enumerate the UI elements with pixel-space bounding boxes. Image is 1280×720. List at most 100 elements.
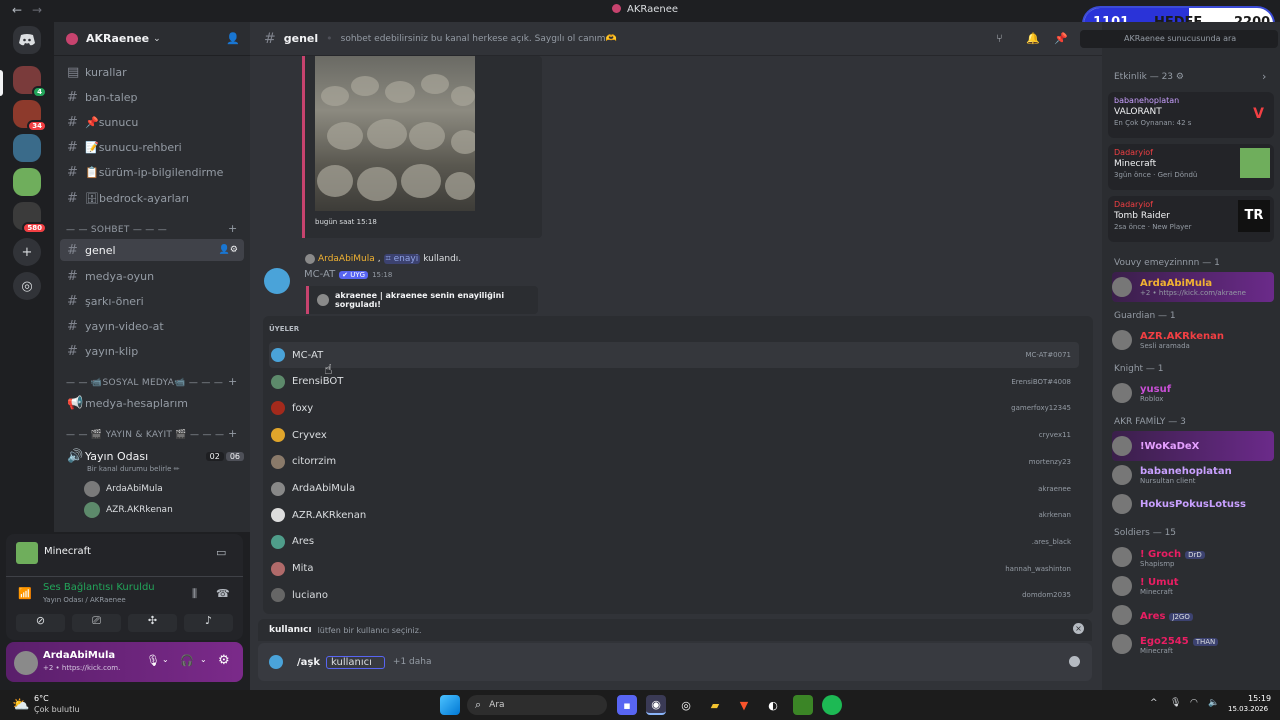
member-item[interactable]: Ego2545 THAN Minecraft	[1112, 629, 1274, 659]
command-param-input[interactable]: kullanıcı	[326, 655, 385, 669]
volume-icon[interactable]: 🔈	[1208, 698, 1219, 708]
server-avatar-icon[interactable]: 34	[13, 100, 47, 132]
member-option[interactable]: Mita hannah_washinton	[269, 556, 1079, 582]
weather-icon[interactable]: ⛅	[12, 697, 29, 713]
channel-item[interactable]: # yayın-klip	[60, 340, 244, 362]
server-header[interactable]: AKRaenee ⌄ 👤	[54, 22, 250, 56]
server-avatar-icon[interactable]: 4	[13, 66, 47, 98]
discord-home-icon[interactable]	[13, 26, 41, 54]
add-channel-icon[interactable]: +	[228, 222, 237, 235]
clock-time[interactable]: 15:19	[1248, 694, 1271, 703]
member-option[interactable]: AZR.AKRkenan akrkenan	[269, 502, 1079, 528]
activity-card[interactable]: babanehoplatan VALORANT En Çok Oynanan: …	[1108, 92, 1274, 138]
chevron-right-icon[interactable]: ›	[1262, 70, 1266, 83]
embed-image[interactable]	[315, 56, 479, 211]
threads-icon[interactable]: ⑂	[996, 32, 1003, 45]
reply-command[interactable]: enayi	[394, 254, 419, 264]
folder-icon[interactable]: ▰	[705, 695, 725, 715]
avatar[interactable]	[14, 651, 38, 675]
server-avatar-icon[interactable]: 580	[13, 202, 47, 234]
spotify-icon[interactable]	[822, 695, 842, 715]
chevron-down-icon[interactable]: ⌄	[200, 655, 207, 664]
member-option[interactable]: MC-AT MC-AT#0071	[269, 342, 1079, 368]
member-option[interactable]: ErensiBOT ErensiBOT#4008	[269, 369, 1079, 395]
member-item[interactable]: HokusPokusLotuss	[1112, 489, 1274, 519]
settings-gear-icon[interactable]: 👤⚙	[219, 245, 238, 255]
search-input[interactable]: AKRaenee sunucusunda ara	[1080, 30, 1278, 48]
start-icon[interactable]	[440, 695, 460, 715]
explore-compass-icon[interactable]: ◎	[13, 272, 41, 300]
wifi-icon[interactable]: ◠	[1190, 698, 1198, 708]
category-sohbet[interactable]: — — SOHBET — — —	[66, 225, 167, 235]
channel-item[interactable]: # 📌sunucu	[60, 111, 244, 133]
minecraft-icon[interactable]	[793, 695, 813, 715]
member-item[interactable]: ArdaAbiMula +2 • https://kick.com/akraene	[1112, 272, 1274, 302]
noise-icon[interactable]: ⫼	[192, 587, 197, 601]
member-item[interactable]: Ares J2GO	[1112, 600, 1274, 630]
more-options[interactable]: +1 daha	[393, 657, 432, 667]
app-icon[interactable]: ▪	[617, 695, 637, 715]
disconnect-icon[interactable]: ☎	[216, 587, 230, 600]
bot-avatar[interactable]	[264, 268, 290, 294]
channel-item[interactable]: ▤ kurallar	[60, 61, 244, 83]
pin-icon[interactable]: 📌	[1054, 32, 1068, 45]
channel-item[interactable]: # 📝sunucu-rehberi	[60, 136, 244, 158]
activity-card[interactable]: Dadaryiof Tomb Raider 2sa önce · New Pla…	[1108, 196, 1274, 242]
add-server-icon[interactable]: +	[13, 238, 41, 266]
member-item[interactable]: !WoKaDeX	[1112, 431, 1274, 461]
member-item[interactable]: ! Umut Minecraft	[1112, 571, 1274, 601]
chevron-down-icon[interactable]: ⌄	[162, 655, 169, 664]
add-channel-icon[interactable]: +	[228, 427, 237, 440]
tray-chevron-icon[interactable]: ^	[1150, 698, 1158, 708]
member-option[interactable]: Ares .ares_black	[269, 529, 1079, 555]
soundboard-button[interactable]: ♪	[184, 614, 233, 632]
channel-item[interactable]: # şarkı-öneri	[60, 290, 244, 312]
category-sosyal[interactable]: — — 📹SOSYAL MEDYA📹 — — —	[66, 378, 223, 388]
channel-item[interactable]: # 🗄bedrock-ayarları	[60, 187, 244, 209]
screen-share-icon[interactable]: ▭	[216, 546, 226, 559]
discord-app-icon[interactable]: ◉	[646, 695, 666, 715]
member-option[interactable]: Cryvex cryvex11	[269, 422, 1079, 448]
voice-status-text[interactable]: Bir kanal durumu belirle ✏	[87, 465, 180, 473]
camera-off-button[interactable]: ⊘	[16, 614, 65, 632]
screen-share-button[interactable]: ⎚	[72, 614, 121, 632]
channel-topic[interactable]: sohbet edebilirsiniz bu kanal herkese aç…	[341, 34, 617, 44]
bell-icon[interactable]: 🔔	[1026, 32, 1040, 45]
member-option[interactable]: luciano domdom2035	[269, 582, 1079, 608]
emoji-icon[interactable]	[1069, 656, 1080, 667]
category-yayin[interactable]: — — 🎬 YAYIN & KAYIT 🎬 — — —	[66, 430, 224, 440]
add-member-icon[interactable]: 👤	[226, 32, 240, 45]
member-item[interactable]: ! Groch DrD Shapismp	[1112, 542, 1274, 572]
voice-channel-item[interactable]: 🔊 Yayın Odası 02 06	[60, 445, 244, 467]
user-settings-gear-icon[interactable]: ⚙	[218, 653, 230, 668]
server-avatar-icon[interactable]	[13, 168, 41, 196]
channel-item[interactable]: # 📋sürüm-ip-bilgilendirme	[60, 161, 244, 183]
activity-card[interactable]: Dadaryiof Minecraft 3gün önce · Geri Dön…	[1108, 144, 1274, 190]
server-avatar-icon[interactable]	[13, 134, 41, 162]
channel-item[interactable]: # ban-talep	[60, 86, 244, 108]
activity-header[interactable]: Etkinlik — 23 ⚙	[1114, 72, 1184, 82]
add-channel-icon[interactable]: +	[228, 375, 237, 388]
voice-connected-title[interactable]: Ses Bağlantısı Kuruldu	[43, 582, 155, 593]
voice-user[interactable]: AZR.AKRkenan	[84, 502, 173, 518]
member-item[interactable]: yusuf Roblox	[1112, 378, 1274, 408]
member-option[interactable]: foxy gamerfoxy12345	[269, 395, 1079, 421]
taskbar-search[interactable]: ⌕ Ara	[467, 695, 607, 715]
channel-item[interactable]: # yayın-video-at	[60, 315, 244, 337]
member-option[interactable]: citorrzim mortenzy23	[269, 449, 1079, 475]
member-option[interactable]: ArdaAbiMula akraenee	[269, 476, 1079, 502]
reply-user[interactable]: ArdaAbiMula	[318, 254, 375, 264]
app-icon[interactable]: ◎	[676, 695, 696, 715]
message-author[interactable]: MC-AT	[304, 269, 335, 280]
channel-item[interactable]: 📢 medya-hesaplarım	[60, 392, 244, 414]
app-icon[interactable]: ◐	[763, 695, 783, 715]
activities-button[interactable]: ✣	[128, 614, 177, 632]
back-arrow-icon[interactable]: ←	[12, 3, 22, 17]
close-icon[interactable]: ×	[1073, 623, 1084, 634]
member-item[interactable]: babanehoplatan Nursultan client	[1112, 460, 1274, 490]
microphone-icon[interactable]: 🎙	[1170, 698, 1181, 708]
member-item[interactable]: AZR.AKRkenan Sesli aramada	[1112, 325, 1274, 355]
microphone-icon[interactable]: 🎙	[146, 654, 160, 667]
headphones-icon[interactable]: 🎧	[180, 654, 194, 667]
message-composer[interactable]: /aşk kullanıcı +1 daha	[258, 643, 1092, 681]
